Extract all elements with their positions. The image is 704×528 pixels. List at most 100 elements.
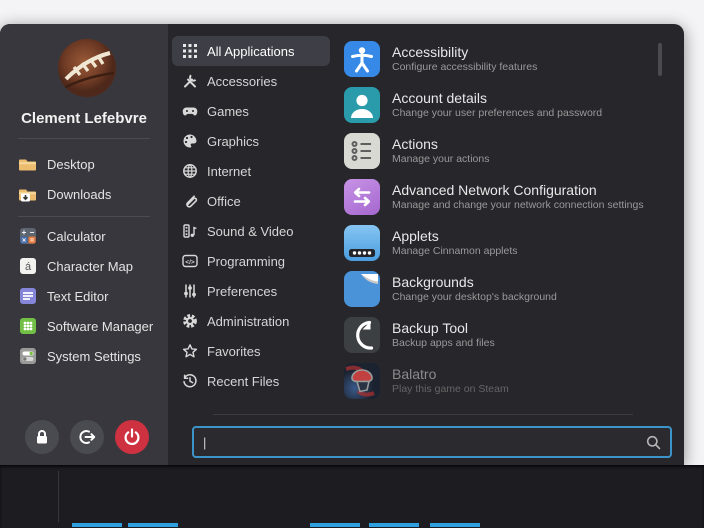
search-icon xyxy=(646,435,661,450)
app-row-backup-tool[interactable]: Backup Tool Backup apps and files xyxy=(336,312,654,358)
sidebar-divider xyxy=(18,138,150,139)
sidebar-item-system-settings[interactable]: System Settings xyxy=(0,341,168,371)
character-map-icon: á xyxy=(18,257,37,276)
app-row-applets[interactable]: Applets Manage Cinnamon applets xyxy=(336,220,654,266)
category-sound-video[interactable]: Sound & Video xyxy=(172,216,330,246)
app-row-actions[interactable]: Actions Manage your actions xyxy=(336,128,654,174)
backup-tool-icon xyxy=(344,317,380,353)
svg-text:×: × xyxy=(21,238,25,245)
system-settings-icon xyxy=(18,347,37,366)
globe-icon xyxy=(182,163,198,179)
app-description: Manage Cinnamon applets xyxy=(392,245,518,258)
category-favorites[interactable]: Favorites xyxy=(172,336,330,366)
lock-button[interactable] xyxy=(25,420,59,454)
gamepad-icon xyxy=(182,103,198,119)
app-description: Configure accessibility features xyxy=(392,61,537,74)
logout-button[interactable] xyxy=(70,420,104,454)
category-recent-files[interactable]: Recent Files xyxy=(172,366,330,396)
app-description: Change your desktop's background xyxy=(392,291,557,304)
app-description: Backup apps and files xyxy=(392,337,495,350)
gear-icon xyxy=(182,313,198,329)
application-list: Accessibility Configure accessibility fe… xyxy=(336,36,654,404)
sidebar-item-label: System Settings xyxy=(47,349,141,364)
category-label: Accessories xyxy=(207,74,277,89)
search-divider xyxy=(213,414,633,415)
menu-sidebar: Clement Lefebvre Desktop Downloads +−×= xyxy=(0,24,168,465)
sidebar-item-character-map[interactable]: á Character Map xyxy=(0,251,168,281)
category-accessories[interactable]: Accessories xyxy=(172,66,330,96)
sidebar-item-downloads[interactable]: Downloads xyxy=(0,179,168,209)
category-label: Graphics xyxy=(207,134,259,149)
power-button[interactable] xyxy=(115,420,149,454)
svg-text:á: á xyxy=(24,261,31,273)
app-title: Account details xyxy=(392,90,602,107)
search-input[interactable]: | xyxy=(192,426,672,458)
category-games[interactable]: Games xyxy=(172,96,330,126)
app-description: Manage your actions xyxy=(392,153,489,166)
grid-icon xyxy=(182,43,198,59)
lock-icon xyxy=(32,427,52,447)
places-list: Desktop Downloads xyxy=(0,149,168,209)
category-internet[interactable]: Internet xyxy=(172,156,330,186)
category-label: Internet xyxy=(207,164,251,179)
app-title: Advanced Network Configuration xyxy=(392,182,644,199)
sidebar-item-calculator[interactable]: +−×= Calculator xyxy=(0,221,168,251)
football-avatar-image xyxy=(58,39,116,97)
category-label: Administration xyxy=(207,314,289,329)
category-administration[interactable]: Administration xyxy=(172,306,330,336)
app-row-account-details[interactable]: Account details Change your user prefere… xyxy=(336,82,654,128)
app-row-accessibility[interactable]: Accessibility Configure accessibility fe… xyxy=(336,36,654,82)
network-configuration-icon xyxy=(344,179,380,215)
category-preferences[interactable]: Preferences xyxy=(172,276,330,306)
category-label: Programming xyxy=(207,254,285,269)
sidebar-item-label: Character Map xyxy=(47,259,133,274)
sidebar-item-label: Calculator xyxy=(47,229,106,244)
calculator-icon: +−×= xyxy=(18,227,37,246)
category-label: Recent Files xyxy=(207,374,279,389)
sidebar-item-software-manager[interactable]: Software Manager xyxy=(0,311,168,341)
scrollbar-thumb[interactable] xyxy=(658,43,662,76)
sidebar-apps-list: +−×= Calculator á Character Map Text Edi… xyxy=(0,221,168,371)
app-title: Backgrounds xyxy=(392,274,557,291)
power-icon xyxy=(122,427,142,447)
paperclip-icon xyxy=(182,193,198,209)
category-label: Preferences xyxy=(207,284,277,299)
category-list: All Applications Accessories Games Graph… xyxy=(172,36,330,396)
text-editor-icon xyxy=(18,287,37,306)
software-manager-icon xyxy=(18,317,37,336)
running-indicator-slack xyxy=(369,523,419,527)
app-row-balatro[interactable]: Balatro Play this game on Steam xyxy=(336,358,654,404)
category-programming[interactable]: </> Programming xyxy=(172,246,330,276)
avatar[interactable] xyxy=(58,39,116,97)
app-title: Applets xyxy=(392,228,518,245)
sidebar-item-label: Text Editor xyxy=(47,289,108,304)
category-label: Games xyxy=(207,104,249,119)
running-indicator-terminal xyxy=(310,523,360,527)
category-label: Sound & Video xyxy=(207,224,294,239)
actions-icon xyxy=(344,133,380,169)
account-details-icon xyxy=(344,87,380,123)
user-name: Clement Lefebvre xyxy=(0,110,168,127)
app-description: Play this game on Steam xyxy=(392,383,509,396)
category-graphics[interactable]: Graphics xyxy=(172,126,330,156)
category-all-applications[interactable]: All Applications xyxy=(172,36,330,66)
app-title: Backup Tool xyxy=(392,320,495,337)
svg-text:+: + xyxy=(21,228,26,237)
app-title: Balatro xyxy=(392,366,509,383)
app-description: Manage and change your network connectio… xyxy=(392,199,644,212)
taskbar: 2 2 $_ @ 2 xyxy=(0,465,704,528)
app-row-advanced-network-configuration[interactable]: Advanced Network Configuration Manage an… xyxy=(336,174,654,220)
category-office[interactable]: Office xyxy=(172,186,330,216)
accessibility-icon xyxy=(344,41,380,77)
app-title: Actions xyxy=(392,136,489,153)
application-menu: Clement Lefebvre Desktop Downloads +−×= xyxy=(0,24,684,465)
category-label: Office xyxy=(207,194,241,209)
app-row-backgrounds[interactable]: Backgrounds Change your desktop's backgr… xyxy=(336,266,654,312)
balatro-icon xyxy=(344,363,380,399)
applets-icon xyxy=(344,225,380,261)
running-indicator-firefox xyxy=(128,523,178,527)
sidebar-item-text-editor[interactable]: Text Editor xyxy=(0,281,168,311)
sidebar-divider xyxy=(18,216,150,217)
sidebar-item-desktop[interactable]: Desktop xyxy=(0,149,168,179)
palette-icon xyxy=(182,133,198,149)
